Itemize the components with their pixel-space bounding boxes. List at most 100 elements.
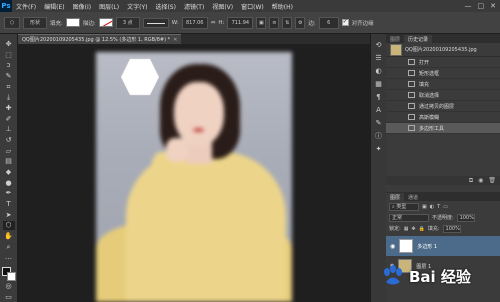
properties-panel-icon[interactable]: ☰ (374, 53, 384, 62)
blend-mode-select[interactable]: 正常 (389, 213, 429, 222)
move-tool-icon[interactable]: ✥ (3, 40, 15, 49)
gradient-tool-icon[interactable]: ▤ (3, 157, 15, 166)
history-item[interactable]: 取消选择 (386, 90, 500, 101)
menu-type[interactable]: 文字(Y) (123, 2, 151, 11)
filter-pixel-icon[interactable]: ▣ (422, 204, 427, 210)
menu-view[interactable]: 视图(V) (208, 2, 237, 11)
tab-layers[interactable]: 图层 (386, 193, 405, 201)
background-color[interactable] (6, 272, 16, 282)
type-tool-icon[interactable]: T (3, 200, 15, 209)
history-item[interactable]: 矩形选框 (386, 68, 500, 79)
pen-tool-icon[interactable]: ✒ (3, 189, 15, 198)
stroke-size-input[interactable]: 3 点 (115, 16, 140, 29)
history-brush-tool-icon[interactable]: ↺ (3, 136, 15, 145)
menu-filter[interactable]: 滤镜(T) (180, 2, 208, 11)
menu-file[interactable]: 文件(F) (12, 2, 40, 11)
history-snapshot[interactable]: QQ图片20200109205435.jpg (386, 43, 500, 57)
tool-mode-select[interactable]: 形状 (23, 16, 47, 29)
history-item[interactable]: 打开 (386, 57, 500, 68)
history-item-label: 取消选择 (419, 92, 440, 99)
adjustments-panel-icon[interactable]: ◐ (374, 66, 384, 75)
character-panel-icon[interactable]: A (374, 105, 384, 114)
eyedropper-tool-icon[interactable]: ⤓ (3, 93, 15, 102)
history-step-icon (408, 92, 415, 98)
clone-stamp-tool-icon[interactable]: ⊥ (3, 125, 15, 134)
lock-position-icon[interactable]: ✥ (411, 226, 415, 232)
camera-icon[interactable]: ◉ (478, 177, 483, 184)
close-tab-icon[interactable]: ✕ (173, 37, 177, 43)
navigator-panel-icon[interactable]: ✦ (374, 144, 384, 153)
history-item[interactable]: 高斯模糊 (386, 112, 500, 123)
path-selection-tool-icon[interactable]: ➤ (3, 211, 15, 220)
history-item-selected[interactable]: 多边形工具 (386, 123, 500, 134)
trash-icon[interactable]: 🗑 (488, 177, 496, 184)
sides-input[interactable]: 6 (318, 16, 339, 29)
path-ops-button[interactable]: ▣ (256, 16, 267, 29)
link-icon[interactable]: ⇔ (211, 20, 216, 26)
lasso-tool-icon[interactable]: ↄ (3, 61, 15, 70)
dodge-tool-icon[interactable]: ● (3, 179, 15, 188)
tool-preset-picker[interactable]: ⬡ (4, 16, 20, 29)
new-document-icon[interactable]: ⧉ (469, 177, 473, 185)
filter-shape-icon[interactable]: ▭ (443, 204, 448, 210)
fill-input[interactable]: 100% (442, 224, 461, 233)
opacity-input[interactable]: 100% (456, 213, 475, 222)
history-item[interactable]: 填充 (386, 79, 500, 90)
layers-panel-tabs: 图层 通道 (386, 192, 500, 201)
menu-select[interactable]: 选择(S) (151, 2, 180, 11)
brush-tool-icon[interactable]: ✐ (3, 115, 15, 124)
stroke-swatch[interactable] (98, 18, 113, 27)
blur-tool-icon[interactable]: ◆ (3, 168, 15, 177)
fill-swatch[interactable] (65, 18, 80, 27)
height-input[interactable]: 711.94 (227, 16, 254, 29)
menu-edit[interactable]: 编辑(E) (40, 2, 68, 11)
tab-layers-top[interactable]: 图层 (386, 35, 404, 43)
filter-type-icon[interactable]: T (437, 204, 440, 210)
history-step-icon (408, 114, 415, 120)
width-input[interactable]: 817.06 (181, 16, 208, 29)
search-icon: ⌕ (392, 203, 395, 210)
eye-icon[interactable]: ◉ (390, 243, 395, 250)
quick-mask-icon[interactable]: ◎ (3, 283, 15, 292)
filter-adjust-icon[interactable]: ◐ (430, 204, 434, 210)
info-panel-icon[interactable]: ⓘ (374, 131, 384, 140)
paragraph-panel-icon[interactable]: ¶ (374, 92, 384, 101)
menu-help[interactable]: 帮助(H) (268, 2, 297, 11)
polygon-tool-icon[interactable]: ⬡ (2, 221, 15, 231)
path-arrange-button[interactable]: ⇅ (282, 16, 293, 29)
menu-window[interactable]: 窗口(W) (237, 2, 268, 11)
marquee-tool-icon[interactable]: ⬚ (3, 51, 15, 60)
layer-kind-filter[interactable]: ⌕ 类型 (389, 202, 419, 211)
close-button[interactable]: ✕ (490, 2, 496, 10)
canvas-workspace[interactable] (18, 44, 370, 302)
zoom-tool-icon[interactable]: ⌕ (3, 243, 15, 252)
more-tools-icon[interactable]: … (3, 253, 15, 262)
tab-history[interactable]: 历史记录 (404, 35, 433, 43)
color-swatches[interactable] (1, 267, 16, 282)
path-align-button[interactable]: ≡ (269, 16, 280, 29)
history-panel-icon[interactable]: ⟲ (374, 40, 384, 49)
align-edges-checkbox[interactable] (341, 18, 349, 26)
brush-panel-icon[interactable]: ✎ (374, 118, 384, 127)
hexagon-shape[interactable] (120, 58, 160, 96)
hand-tool-icon[interactable]: ✋ (3, 232, 15, 241)
screen-mode-icon[interactable]: ▭ (3, 293, 15, 302)
menu-image[interactable]: 图像(I) (69, 2, 95, 11)
width-label: W: (171, 19, 179, 26)
lock-all-icon[interactable]: 🔒 (419, 226, 425, 232)
history-item[interactable]: 通过拷贝的图层 (386, 101, 500, 112)
crop-tool-icon[interactable]: ⌗ (3, 83, 15, 92)
document-tab[interactable]: QQ图片20200109205435.jpg @ 12.5% (多边形 1, R… (18, 34, 182, 44)
layer-row-selected[interactable]: ◉ 多边形 1 (386, 236, 500, 256)
healing-brush-tool-icon[interactable]: ✚ (3, 104, 15, 113)
geometry-options-button[interactable]: ⚙ (295, 16, 306, 29)
swatches-panel-icon[interactable]: ▦ (374, 79, 384, 88)
tab-channels[interactable]: 通道 (404, 193, 422, 201)
menu-layer[interactable]: 图层(L) (95, 2, 123, 11)
maximize-button[interactable]: □ (478, 2, 485, 10)
minimize-button[interactable]: — (465, 2, 472, 10)
stroke-type-select[interactable] (142, 17, 169, 28)
lock-pixels-icon[interactable]: ▦ (404, 226, 409, 232)
eraser-tool-icon[interactable]: ▱ (3, 147, 15, 156)
quick-select-tool-icon[interactable]: ✎ (3, 72, 15, 81)
